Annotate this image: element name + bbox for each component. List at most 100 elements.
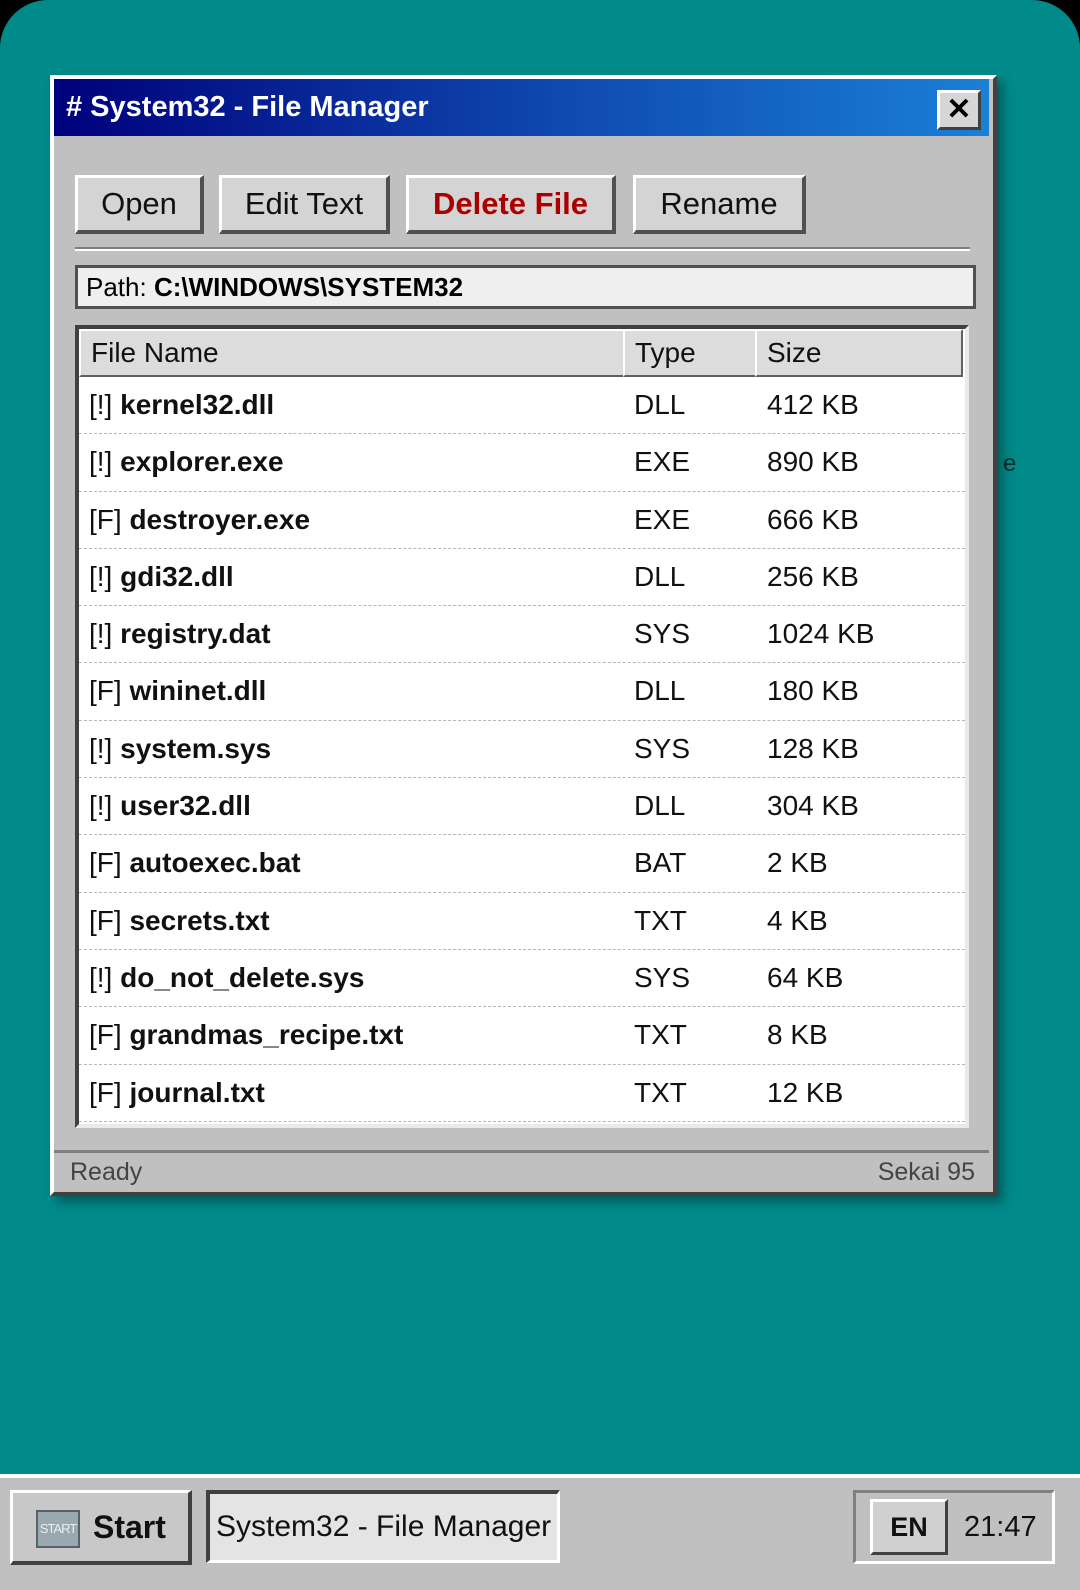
file-flag: [!] bbox=[89, 446, 113, 478]
status-bar: Ready Sekai 95 bbox=[54, 1150, 989, 1195]
path-bar: Path: C:\WINDOWS\SYSTEM32 bbox=[75, 265, 976, 309]
os-version-label: Sekai 95 bbox=[877, 1158, 975, 1186]
file-name: user32.dll bbox=[120, 790, 251, 822]
table-row[interactable]: [F] destroyer.exe EXE 666 KB bbox=[79, 492, 965, 549]
file-name: do_not_delete.sys bbox=[120, 961, 365, 993]
table-row[interactable]: [!] gdi32.dll DLL 256 KB bbox=[79, 549, 965, 607]
file-size: 4 KB bbox=[767, 904, 828, 936]
language-indicator[interactable]: EN bbox=[870, 1499, 948, 1555]
file-type: DLL bbox=[634, 675, 686, 707]
table-row[interactable]: [F] autoexec.bat BAT 2 KB bbox=[79, 835, 965, 893]
file-flag: [F] bbox=[89, 1076, 122, 1108]
file-name-cell: [!] kernel32.dll bbox=[89, 377, 274, 433]
file-size: 12 KB bbox=[767, 1076, 844, 1108]
file-size: 64 KB bbox=[767, 961, 844, 993]
file-type: EXE bbox=[634, 503, 691, 535]
file-name: wininet.dll bbox=[129, 675, 267, 707]
file-name-cell: [F] destroyer.exe bbox=[89, 492, 310, 548]
file-name-cell: [!] do_not_delete.sys bbox=[89, 950, 364, 1006]
table-row[interactable]: [!] explorer.exe EXE 890 KB bbox=[79, 434, 965, 492]
file-flag: [F] bbox=[89, 503, 122, 535]
start-icon: START bbox=[36, 1510, 80, 1548]
file-name: destroyer.exe bbox=[129, 503, 311, 535]
table-row[interactable]: [!] user32.dll DLL 304 KB bbox=[79, 778, 965, 836]
file-flag: [!] bbox=[89, 560, 113, 592]
table-row[interactable]: [F] grandmas_recipe.txt TXT 8 KB bbox=[79, 1007, 965, 1065]
file-name-cell: [!] registry.dat bbox=[89, 606, 271, 662]
path-value: C:\WINDOWS\SYSTEM32 bbox=[153, 272, 464, 302]
file-size: 8 KB bbox=[767, 1019, 828, 1051]
clock: 21:47 bbox=[964, 1511, 1037, 1543]
file-flag: [!] bbox=[89, 961, 113, 993]
file-type: SYS bbox=[634, 618, 691, 650]
start-label: Start bbox=[93, 1509, 166, 1545]
close-button[interactable]: ✕ bbox=[937, 90, 981, 130]
edit-text-button[interactable]: Edit Text bbox=[219, 175, 390, 234]
file-type: EXE bbox=[634, 446, 691, 478]
file-name: kernel32.dll bbox=[120, 389, 275, 420]
file-size: 304 KB bbox=[767, 790, 859, 822]
file-size: 128 KB bbox=[767, 732, 859, 764]
file-type: TXT bbox=[634, 904, 687, 936]
table-row[interactable]: [F] secrets.txt TXT 4 KB bbox=[79, 893, 965, 950]
file-size: 666 KB bbox=[767, 503, 859, 535]
file-flag: [F] bbox=[89, 675, 122, 707]
column-header-type[interactable]: Type bbox=[623, 329, 757, 377]
column-header-name[interactable]: File Name bbox=[79, 329, 625, 377]
file-flag: [!] bbox=[89, 618, 113, 650]
table-row[interactable]: [F] journal.txt TXT 12 KB bbox=[79, 1065, 965, 1122]
background-window-glyph: e bbox=[1003, 450, 1017, 477]
file-size: 890 KB bbox=[767, 446, 859, 478]
table-row[interactable]: [!] system.sys SYS 128 KB bbox=[79, 721, 965, 779]
start-button[interactable]: START Start bbox=[10, 1490, 192, 1565]
file-size: 1024 KB bbox=[767, 618, 875, 650]
file-type: TXT bbox=[634, 1019, 687, 1051]
file-name: registry.dat bbox=[120, 618, 271, 650]
file-type: BAT bbox=[634, 847, 687, 879]
file-size: 2 KB bbox=[767, 847, 828, 879]
delete-file-button[interactable]: Delete File bbox=[406, 175, 616, 234]
file-size: 256 KB bbox=[767, 560, 859, 592]
column-header-size[interactable]: Size bbox=[755, 329, 963, 377]
file-name: gdi32.dll bbox=[120, 560, 234, 592]
table-row[interactable]: [!] kernel32.dll DLL 412 KB bbox=[79, 377, 965, 435]
file-manager-window: # System32 - File Manager ✕ Open Edit Te… bbox=[50, 75, 997, 1196]
title-bar[interactable]: # System32 - File Manager ✕ bbox=[54, 79, 989, 136]
table-row[interactable]: [F] wininet.dll DLL 180 KB bbox=[79, 663, 965, 721]
file-name: system.sys bbox=[120, 732, 272, 764]
toolbar-divider bbox=[75, 247, 970, 251]
file-size: 412 KB bbox=[767, 389, 859, 420]
file-rows: [!] kernel32.dll DLL 412 KB [!] explorer.ex… bbox=[79, 377, 965, 1122]
file-name: secrets.txt bbox=[129, 904, 270, 936]
file-flag: [F] bbox=[89, 904, 122, 936]
file-name-cell: [!] gdi32.dll bbox=[89, 549, 234, 605]
file-name-cell: [F] wininet.dll bbox=[89, 663, 266, 719]
system-tray: EN 21:47 bbox=[853, 1490, 1055, 1564]
window-title: # System32 - File Manager bbox=[66, 91, 429, 123]
desktop: e # System32 - File Manager ✕ Open Edit … bbox=[0, 0, 1080, 1590]
list-header: File Name Type Size bbox=[79, 329, 965, 377]
taskbar: START Start System32 - File Manager EN 2… bbox=[0, 1474, 1080, 1590]
status-text: Ready bbox=[70, 1158, 143, 1186]
file-name-cell: [!] system.sys bbox=[89, 721, 271, 777]
file-type: DLL bbox=[634, 560, 686, 592]
file-name: explorer.exe bbox=[120, 446, 284, 478]
table-row[interactable]: [!] do_not_delete.sys SYS 64 KB bbox=[79, 950, 965, 1008]
file-name: journal.txt bbox=[129, 1076, 265, 1108]
file-type: DLL bbox=[634, 389, 686, 420]
file-type: TXT bbox=[634, 1076, 687, 1108]
file-flag: [F] bbox=[89, 1019, 122, 1051]
rename-button[interactable]: Rename bbox=[633, 175, 806, 234]
file-type: DLL bbox=[634, 790, 686, 822]
file-list[interactable]: File Name Type Size [!] kernel32.dll DLL 4… bbox=[75, 325, 969, 1128]
file-name-cell: [F] autoexec.bat bbox=[89, 835, 301, 891]
file-flag: [!] bbox=[89, 732, 113, 764]
file-flag: [!] bbox=[89, 790, 113, 822]
file-type: SYS bbox=[634, 961, 691, 993]
file-flag: [!] bbox=[89, 389, 113, 420]
open-button[interactable]: Open bbox=[75, 175, 204, 234]
file-name-cell: [F] journal.txt bbox=[89, 1065, 265, 1121]
table-row[interactable]: [!] registry.dat SYS 1024 KB bbox=[79, 606, 965, 664]
taskbar-item-file-manager[interactable]: System32 - File Manager bbox=[206, 1490, 560, 1563]
file-type: SYS bbox=[634, 732, 691, 764]
